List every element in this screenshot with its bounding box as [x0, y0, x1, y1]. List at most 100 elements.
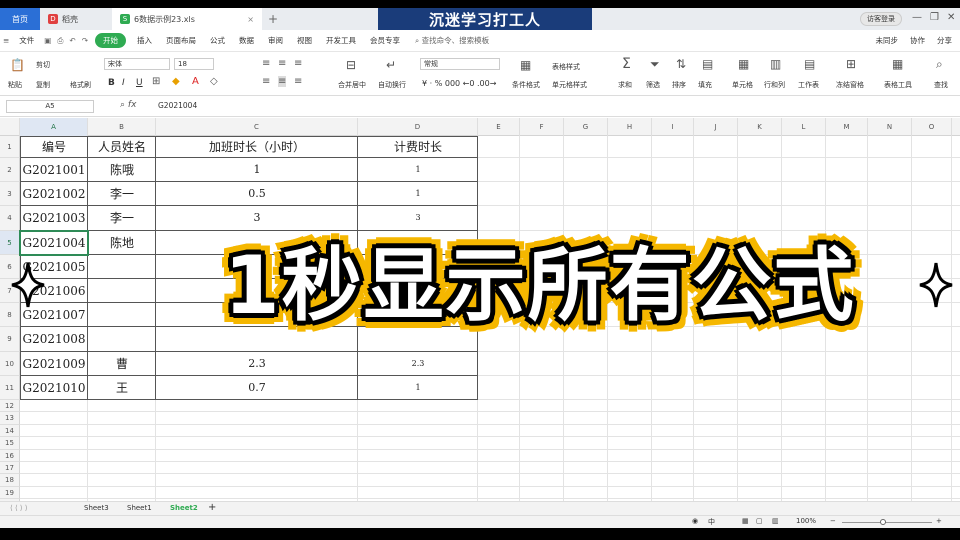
align-right-icon[interactable]: ≡ — [294, 76, 302, 87]
menu-developer[interactable]: 开发工具 — [319, 35, 363, 46]
italic-button[interactable]: I — [122, 78, 125, 88]
column-header[interactable]: D — [358, 118, 478, 136]
formula-input[interactable]: G2021004 — [158, 101, 197, 110]
redo-icon[interactable]: ↷ — [79, 36, 91, 45]
column-header[interactable]: I — [652, 118, 694, 136]
fill-icon[interactable]: ▤ — [702, 57, 713, 71]
name-box[interactable]: A5 — [6, 100, 94, 113]
fill-color-icon[interactable]: ◆ — [172, 76, 180, 87]
table-tools-button[interactable]: 表格工具 — [884, 80, 912, 90]
table-cell[interactable]: 3 — [156, 206, 358, 230]
table-cell[interactable]: 2.3 — [156, 352, 358, 376]
table-cell[interactable]: G2021009 — [20, 352, 88, 376]
row-header[interactable]: 12 — [0, 400, 20, 413]
filter-icon[interactable]: ⏷ — [650, 57, 660, 72]
bold-button[interactable]: B — [108, 78, 115, 88]
collab-button[interactable]: 协作 — [910, 35, 925, 46]
font-color-icon[interactable]: A — [192, 76, 199, 87]
row-header[interactable]: 3 — [0, 182, 20, 207]
sheet-tab-sheet3[interactable]: Sheet3 — [84, 504, 109, 512]
menu-file[interactable]: 文件 — [12, 35, 41, 46]
number-format-buttons[interactable]: ¥ · % 000 ←0 .00→ — [422, 79, 496, 88]
menu-review[interactable]: 审阅 — [261, 35, 290, 46]
undo-icon[interactable]: ↶ — [66, 36, 78, 45]
worksheet-button[interactable]: 工作表 — [798, 80, 819, 90]
table-cell[interactable]: 李一 — [88, 206, 156, 230]
table-header-cell[interactable]: 编号 — [20, 136, 88, 158]
table-cell[interactable]: 1 — [358, 158, 478, 182]
cut-button[interactable]: 剪切 — [36, 60, 50, 70]
column-header[interactable]: F — [520, 118, 564, 136]
column-header[interactable]: J — [694, 118, 738, 136]
align-middle-icon[interactable]: ≡ — [278, 58, 286, 69]
column-header[interactable]: G — [564, 118, 608, 136]
menu-formula[interactable]: 公式 — [203, 35, 232, 46]
conditional-format-button[interactable]: 条件格式 — [512, 80, 540, 90]
page-layout-icon[interactable]: ▢ — [756, 517, 763, 525]
command-search[interactable]: ⌕ 查找命令、搜索模板 — [415, 35, 489, 46]
column-header[interactable]: C — [156, 118, 358, 136]
login-button[interactable]: 访客登录 — [860, 12, 902, 26]
table-header-cell[interactable]: 人员姓名 — [88, 136, 156, 158]
page-break-icon[interactable]: ▥ — [772, 517, 779, 525]
maximize-icon[interactable]: ❐ — [930, 12, 939, 23]
sort-icon[interactable]: ⇅ — [676, 57, 686, 71]
filter-button[interactable]: 筛选 — [646, 80, 660, 90]
sort-button[interactable]: 排序 — [672, 80, 686, 90]
table-style-button[interactable]: 表格样式 — [552, 62, 580, 72]
row-header[interactable]: 19 — [0, 486, 20, 500]
table-tools-icon[interactable]: ▦ — [892, 57, 903, 71]
column-header[interactable]: L — [782, 118, 826, 136]
sync-status[interactable]: 未同步 — [876, 35, 899, 46]
cell-button[interactable]: 单元格 — [732, 80, 753, 90]
underline-button[interactable]: U — [136, 78, 143, 88]
menu-page-layout[interactable]: 页面布局 — [159, 35, 203, 46]
tab-close-icon[interactable]: × — [247, 15, 254, 24]
row-header[interactable]: 16 — [0, 449, 20, 462]
font-size-select[interactable]: 18 — [174, 58, 214, 70]
table-cell[interactable]: 陈哦 — [88, 158, 156, 182]
tab-file[interactable]: S 6数据示例23.xls × — [112, 8, 262, 30]
rowcol-icon[interactable]: ▥ — [770, 57, 781, 71]
number-format-select[interactable]: 常规 — [420, 58, 500, 70]
normal-view-icon[interactable]: ▦ — [742, 517, 749, 525]
menu-view[interactable]: 视图 — [290, 35, 319, 46]
zoom-slider[interactable] — [842, 522, 932, 523]
zoom-out-icon[interactable]: − — [830, 517, 836, 525]
sum-button[interactable]: 求和 — [618, 80, 632, 90]
table-cell[interactable]: G2021001 — [20, 158, 88, 182]
align-bottom-icon[interactable]: ≡ — [294, 58, 302, 69]
table-cell[interactable]: 2.3 — [358, 352, 478, 376]
column-header[interactable]: B — [88, 118, 156, 136]
align-left-icon[interactable]: ≡ — [262, 76, 270, 87]
zoom-slider-handle[interactable] — [880, 519, 886, 525]
sum-icon[interactable]: Σ — [622, 56, 631, 72]
row-header[interactable]: 2 — [0, 158, 20, 183]
select-all-corner[interactable] — [0, 118, 20, 136]
freeze-icon[interactable]: ⊞ — [846, 57, 856, 71]
hamburger-icon[interactable]: ≡ — [0, 36, 12, 45]
font-select[interactable]: 宋体 — [104, 58, 170, 70]
table-cell[interactable]: G2021003 — [20, 206, 88, 230]
row-header[interactable]: 4 — [0, 206, 20, 231]
menu-insert[interactable]: 插入 — [130, 35, 159, 46]
fill-button[interactable]: 填充 — [698, 80, 712, 90]
tab-home[interactable]: 首页 — [0, 8, 40, 30]
tab-docer[interactable]: D 稻壳 — [40, 8, 112, 30]
paste-icon[interactable]: 📋 — [10, 58, 25, 72]
row-header[interactable]: 14 — [0, 424, 20, 438]
print-icon[interactable]: ⎙ — [54, 36, 66, 46]
row-header[interactable]: 18 — [0, 474, 20, 487]
column-header[interactable]: O — [912, 118, 952, 136]
table-cell[interactable]: 曹 — [88, 352, 156, 376]
table-cell[interactable]: 1 — [358, 376, 478, 400]
column-header[interactable]: H — [608, 118, 652, 136]
minimize-icon[interactable]: — — [912, 12, 922, 23]
find-icon[interactable]: ⌕ — [936, 57, 943, 72]
wrap-text-button[interactable]: 自动换行 — [378, 80, 406, 90]
table-cell[interactable]: 0.5 — [156, 182, 358, 206]
row-header[interactable]: 10 — [0, 351, 20, 376]
table-cell[interactable]: 3 — [358, 206, 478, 230]
paste-button[interactable]: 粘贴 — [8, 80, 22, 90]
table-cell[interactable]: G2021010 — [20, 376, 88, 400]
